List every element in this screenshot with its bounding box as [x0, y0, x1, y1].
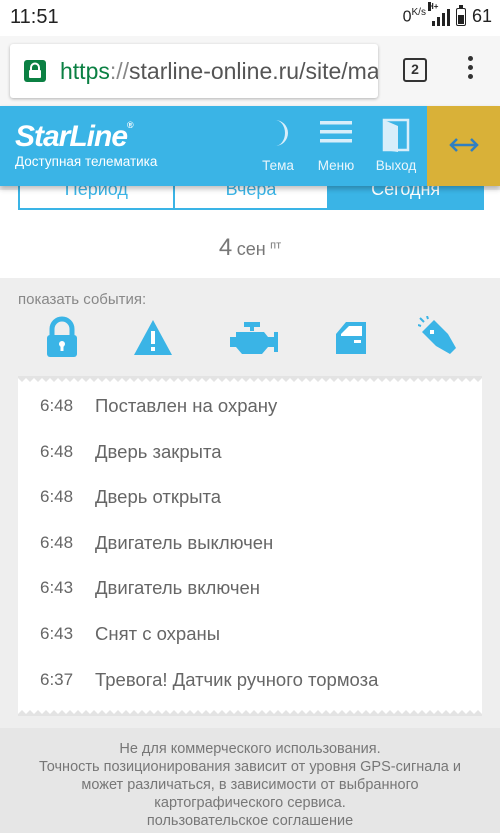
page-content: Период Вчера Сегодня 4 сен пт показать с… [0, 106, 500, 833]
overflow-menu-icon[interactable] [462, 56, 478, 86]
menu-button[interactable]: Меню [311, 118, 361, 178]
event-text: Двигатель включен [95, 577, 260, 599]
date-weekday: пт [270, 239, 282, 252]
list-item[interactable]: 6:43 Двигатель включен [18, 566, 482, 612]
list-item[interactable]: 6:37 Тревога! Датчик ручного тормоза [18, 658, 482, 704]
selected-date: 4 сен пт [0, 234, 500, 262]
theme-button[interactable]: Тема [253, 118, 303, 178]
event-time: 6:48 [40, 441, 74, 461]
brand-name: StarLine [15, 120, 128, 153]
engine-icon[interactable] [228, 316, 280, 360]
url-scheme: https [60, 58, 110, 84]
signal-type: H+ [427, 1, 439, 11]
network-speed-unit: K/s [411, 6, 426, 18]
browser-toolbar: https://starline-online.ru/site/ma 2 [0, 36, 500, 106]
battery-icon [455, 4, 466, 26]
expand-arrows-icon [449, 138, 479, 152]
lock-icon[interactable] [40, 316, 84, 360]
footer-gps-note: Точность позиционирования зависит от уро… [39, 759, 461, 775]
exit-label: Выход [375, 158, 417, 173]
footer-gps-note-2: может различаться, в зависимости от выбр… [81, 777, 419, 793]
signal-icon: H+ [427, 1, 450, 26]
address-bar[interactable]: https://starline-online.ru/site/ma [10, 44, 378, 98]
event-filters [18, 316, 482, 366]
hamburger-icon [320, 121, 352, 143]
list-item[interactable]: 6:48 Поставлен на охрану [18, 384, 482, 430]
status-bar: 11:51 0K/s H+ 61 [0, 0, 500, 36]
url-text: https://starline-online.ru/site/ma [60, 58, 378, 85]
lock-icon [24, 60, 46, 82]
footer-disclaimer: Не для коммерческого использования. [119, 741, 381, 757]
event-time: 6:48 [40, 396, 74, 415]
event-text: Снят с охраны [95, 622, 221, 644]
exit-button[interactable]: Выход [371, 118, 421, 178]
exit-door-icon [382, 118, 410, 152]
event-time: 6:48 [40, 487, 74, 507]
tab-switcher-button[interactable]: 2 [403, 58, 427, 82]
event-time: 6:37 [40, 669, 74, 689]
warning-icon[interactable] [131, 316, 175, 360]
door-icon[interactable] [328, 316, 372, 360]
hand-brake-icon[interactable] [418, 316, 462, 360]
clock: 11:51 [10, 6, 59, 28]
event-time: 6:43 [40, 623, 74, 643]
footer-gps-note-3: картографического сервиса. [154, 795, 346, 811]
url-path: starline-online.ru/site/ma [129, 58, 378, 84]
events-list: 6:48 Поставлен на охрану 6:48 Дверь закрыт… [18, 376, 482, 716]
date-day: 4 [218, 234, 233, 261]
network-speed: 0K/s [403, 7, 426, 26]
footer: Не для коммерческого использования. Точн… [0, 728, 500, 833]
event-text: Тревога! Датчик ручного тормоза [95, 668, 379, 690]
brand[interactable]: StarLine® Доступная телематика [15, 120, 157, 169]
url-separator: :// [109, 58, 130, 84]
status-icons: 0K/s H+ 61 [403, 1, 492, 27]
list-bottom-edge [18, 710, 482, 716]
network-speed-value: 0 [402, 8, 412, 26]
list-top-edge [18, 376, 482, 382]
list-item[interactable]: 6:43 Снят с охраны [18, 612, 482, 658]
events-rows: 6:48 Поставлен на охрану 6:48 Дверь закрыт… [18, 384, 482, 703]
app-header: StarLine® Доступная телематика Тема Меню… [0, 106, 500, 186]
starline-logo: StarLine® [15, 120, 157, 154]
battery-level: 61 [471, 6, 492, 26]
brand-tagline: Доступная телематика [15, 154, 158, 169]
list-item[interactable]: 6:48 Дверь закрыта [18, 430, 482, 476]
event-time: 6:43 [40, 578, 74, 598]
event-time: 6:48 [40, 532, 74, 552]
moon-icon [275, 120, 288, 146]
trademark: ® [127, 120, 134, 130]
screen: 11:51 0K/s H+ 61 https://starline-online… [0, 0, 500, 833]
expand-button[interactable] [427, 106, 500, 186]
list-item[interactable]: 6:48 Дверь открыта [18, 475, 482, 521]
user-agreement-link[interactable]: пользовательское соглашение [0, 812, 500, 830]
date-month: сен [236, 239, 266, 259]
filters-label: показать события: [18, 291, 147, 308]
event-text: Дверь открыта [95, 486, 222, 508]
list-item[interactable]: 6:48 Двигатель выключен [18, 521, 482, 567]
event-text: Поставлен на охрану [95, 395, 278, 416]
event-text: Двигатель выключен [95, 531, 274, 553]
event-text: Дверь закрыта [95, 440, 222, 462]
